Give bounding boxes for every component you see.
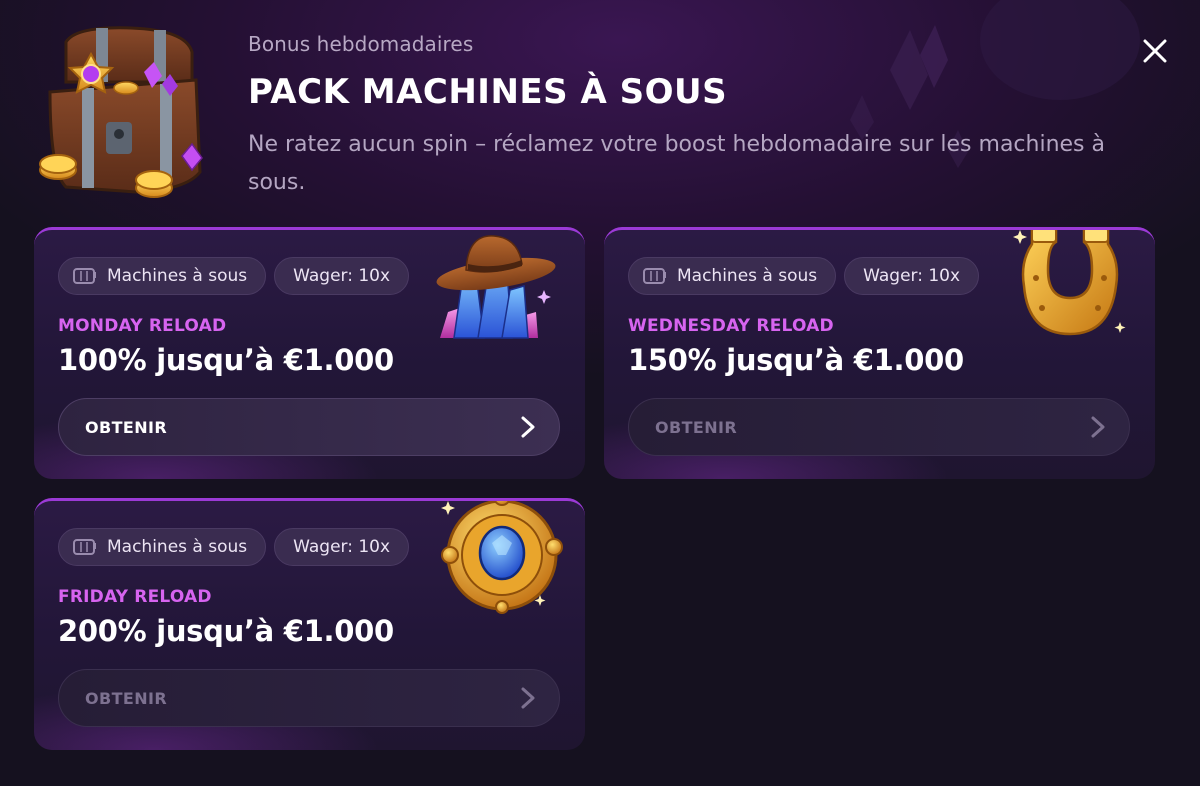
promo-name: FRIDAY RELOAD [58, 587, 212, 607]
obtenir-button-label: OBTENIR [655, 417, 738, 437]
cowboy-hat-crystals-icon [436, 235, 556, 339]
category-tag: Machines à sous [58, 257, 267, 295]
chevron-right-icon [1091, 416, 1105, 438]
wager-tag-label: Wager: 10x [293, 537, 391, 557]
promo-amount: 150% jusqu’à €1.000 [628, 343, 964, 377]
card-tags: Machines à sous Wager: 10x [628, 257, 980, 295]
treasure-chest-icon [39, 26, 203, 198]
chevron-right-icon [521, 687, 535, 709]
promo-name: WEDNESDAY RELOAD [628, 316, 834, 336]
bonus-card-friday: Machines à sous Wager: 10x FRIDAY RELOAD… [34, 498, 585, 750]
category-tag-label: Machines à sous [107, 266, 248, 286]
close-icon[interactable] [1138, 34, 1172, 68]
wager-tag: Wager: 10x [274, 528, 410, 566]
obtenir-button[interactable]: OBTENIR [628, 398, 1130, 456]
category-tag: Machines à sous [58, 528, 267, 566]
promo-amount: 200% jusqu’à €1.000 [58, 614, 394, 648]
category-tag: Machines à sous [628, 257, 837, 295]
header: Bonus hebdomadaires PACK MACHINES À SOUS… [248, 32, 1128, 202]
obtenir-button-label: OBTENIR [85, 688, 168, 708]
promo-name: MONDAY RELOAD [58, 316, 227, 336]
chevron-right-icon [521, 416, 535, 438]
gem-medallion-icon [441, 501, 563, 614]
slot-machine-icon [643, 268, 666, 284]
slot-machine-icon [73, 539, 96, 555]
bonus-card-monday: Machines à sous Wager: 10x MONDAY RELOAD… [34, 227, 585, 479]
obtenir-button[interactable]: OBTENIR [58, 669, 560, 727]
bonus-card-wednesday: Machines à sous Wager: 10x WEDNESDAY REL… [604, 227, 1155, 479]
wager-tag: Wager: 10x [844, 257, 980, 295]
header-subtitle: Ne ratez aucun spin – réclamez votre boo… [248, 132, 1105, 195]
obtenir-button-label: OBTENIR [85, 417, 168, 437]
category-tag-label: Machines à sous [677, 266, 818, 286]
slot-machine-icon [73, 268, 96, 284]
promo-amount: 100% jusqu’à €1.000 [58, 343, 394, 377]
wager-tag-label: Wager: 10x [293, 266, 391, 286]
card-tags: Machines à sous Wager: 10x [58, 528, 410, 566]
wager-tag-label: Wager: 10x [863, 266, 961, 286]
obtenir-button[interactable]: OBTENIR [58, 398, 560, 456]
header-kicker: Bonus hebdomadaires [248, 32, 474, 56]
page-title: PACK MACHINES À SOUS [248, 72, 728, 112]
category-tag-label: Machines à sous [107, 537, 248, 557]
card-tags: Machines à sous Wager: 10x [58, 257, 410, 295]
wager-tag: Wager: 10x [274, 257, 410, 295]
horseshoe-icon [1013, 230, 1126, 336]
